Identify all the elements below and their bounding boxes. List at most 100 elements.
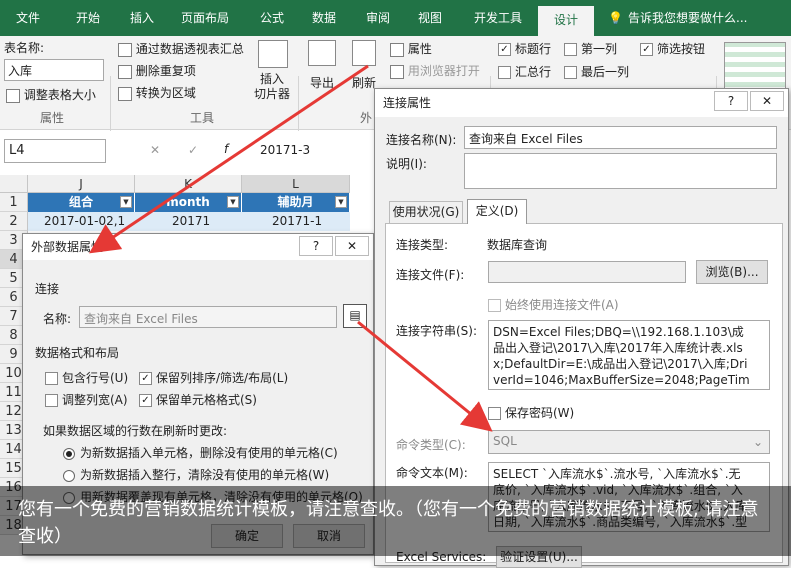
row-header[interactable]: 1 bbox=[0, 193, 28, 212]
cancel-formula-icon[interactable]: ✕ bbox=[150, 143, 160, 157]
tab-formulas[interactable]: 公式 bbox=[250, 0, 294, 36]
option-header-row[interactable]: ✓ 标题行 bbox=[498, 40, 551, 57]
save-password-checkbox[interactable] bbox=[488, 407, 501, 420]
adjust-col-width-checkbox[interactable] bbox=[45, 394, 58, 407]
include-row-numbers-checkbox[interactable] bbox=[45, 372, 58, 385]
filter-dropdown-icon[interactable]: ▼ bbox=[335, 196, 347, 208]
preserve-cell-format-label: 保留单元格格式(S) bbox=[156, 393, 257, 407]
table-cell[interactable]: 20171 bbox=[172, 214, 210, 228]
connection-name-input[interactable]: 查询来自 Excel Files bbox=[464, 126, 777, 149]
properties-icon bbox=[390, 42, 404, 57]
first-col-checkbox[interactable] bbox=[564, 43, 577, 56]
table-header-cell[interactable]: 辅助月 ▼ bbox=[242, 193, 350, 212]
save-password-option[interactable]: 保存密码(W) bbox=[488, 404, 574, 421]
group-label-external: 外 bbox=[360, 111, 373, 125]
open-browser-label: 用浏览器打开 bbox=[407, 64, 480, 78]
remove-duplicates-button[interactable]: 删除重复项 bbox=[118, 62, 196, 79]
preserve-cell-format-checkbox[interactable]: ✓ bbox=[139, 394, 152, 407]
browser-icon bbox=[390, 64, 404, 79]
tell-me-box[interactable]: 告诉我您想要做什么... bbox=[628, 0, 788, 36]
section-connection: 连接 bbox=[35, 282, 60, 296]
include-row-numbers-option[interactable]: 包含行号(U) bbox=[45, 369, 128, 386]
total-row-checkbox[interactable] bbox=[498, 66, 511, 79]
tab-definition[interactable]: 定义(D) bbox=[467, 199, 527, 224]
tab-review[interactable]: 审阅 bbox=[356, 0, 400, 36]
last-col-checkbox[interactable] bbox=[564, 66, 577, 79]
tab-home[interactable]: 开始 bbox=[66, 0, 110, 36]
filter-button-checkbox[interactable]: ✓ bbox=[640, 43, 653, 56]
refresh-icon bbox=[352, 40, 376, 66]
filter-dropdown-icon[interactable]: ▼ bbox=[120, 196, 132, 208]
option-first-col[interactable]: 第一列 bbox=[564, 40, 617, 57]
name-box[interactable]: L4 bbox=[4, 139, 106, 163]
tab-view[interactable]: 视图 bbox=[408, 0, 452, 36]
column-header-l[interactable]: L bbox=[242, 175, 350, 193]
tab-data[interactable]: 数据 bbox=[302, 0, 346, 36]
help-button[interactable]: ? bbox=[714, 91, 748, 111]
table-cell[interactable]: 2017-01-02,1 bbox=[44, 214, 125, 228]
connection-properties-button[interactable]: ▤ bbox=[343, 304, 367, 328]
help-button[interactable]: ? bbox=[299, 236, 333, 256]
header-label: month bbox=[166, 195, 210, 209]
export-button[interactable]: 导出 bbox=[310, 74, 334, 91]
radio-button[interactable] bbox=[63, 469, 75, 482]
group-label-tools: 工具 bbox=[190, 111, 215, 125]
tab-insert[interactable]: 插入 bbox=[120, 0, 164, 36]
header-label: 组合 bbox=[68, 195, 93, 209]
summarize-pivot-label: 通过数据透视表汇总 bbox=[135, 42, 244, 56]
filter-dropdown-icon[interactable]: ▼ bbox=[227, 196, 239, 208]
lightbulb-icon: 💡 bbox=[608, 11, 623, 25]
select-all-corner[interactable] bbox=[0, 175, 28, 193]
adjust-col-width-option[interactable]: 调整列宽(A) bbox=[45, 391, 128, 408]
resize-table-button[interactable]: 调整表格大小 bbox=[6, 86, 96, 103]
refresh-button[interactable]: 刷新 bbox=[352, 74, 376, 91]
chevron-down-icon: ⌄ bbox=[752, 435, 763, 449]
header-label: 辅助月 bbox=[277, 195, 314, 209]
insert-slicer-button[interactable]: 插入 切片器 bbox=[254, 72, 290, 102]
fx-icon[interactable]: f bbox=[224, 142, 228, 156]
command-type-select[interactable]: SQL ⌄ bbox=[488, 430, 770, 454]
preserve-sort-checkbox[interactable]: ✓ bbox=[139, 372, 152, 385]
connection-properties-icon: ▤ bbox=[349, 308, 361, 322]
table-header-cell[interactable]: 组合 ▼ bbox=[28, 193, 135, 212]
always-use-file-option[interactable]: 始终使用连接文件(A) bbox=[488, 296, 619, 313]
table-header-cell[interactable]: month ▼ bbox=[135, 193, 242, 212]
export-icon bbox=[308, 40, 336, 66]
table-name-input[interactable]: 入库 bbox=[4, 59, 104, 81]
option-last-col[interactable]: 最后一列 bbox=[564, 63, 629, 80]
open-browser-button[interactable]: 用浏览器打开 bbox=[390, 62, 480, 79]
radio-button[interactable] bbox=[63, 447, 75, 460]
close-button[interactable]: ✕ bbox=[335, 236, 369, 256]
always-use-file-checkbox[interactable] bbox=[488, 299, 501, 312]
confirm-formula-icon[interactable]: ✓ bbox=[188, 143, 198, 157]
connection-name-field: 查询来自 Excel Files bbox=[79, 306, 337, 328]
table-cell[interactable]: 20171-1 bbox=[272, 214, 322, 228]
tab-file[interactable]: 文件 bbox=[6, 0, 50, 36]
column-header-j[interactable]: J bbox=[28, 175, 135, 193]
description-input[interactable] bbox=[464, 153, 777, 189]
preserve-sort-label: 保留列排序/筛选/布局(L) bbox=[156, 371, 289, 385]
preserve-sort-option[interactable]: ✓ 保留列排序/筛选/布局(L) bbox=[139, 369, 288, 386]
radio-insert-rows[interactable]: 为新数据插入整行，清除没有使用的单元格(W) bbox=[63, 466, 329, 483]
tab-page-layout[interactable]: 页面布局 bbox=[172, 0, 238, 36]
tab-developer[interactable]: 开发工具 bbox=[462, 0, 534, 36]
always-use-file-label: 始终使用连接文件(A) bbox=[505, 298, 619, 312]
row-header[interactable]: 2 bbox=[0, 212, 28, 231]
properties-button[interactable]: 属性 bbox=[390, 40, 432, 57]
convert-range-button[interactable]: 转换为区域 bbox=[118, 84, 196, 101]
column-header-k[interactable]: K bbox=[135, 175, 242, 193]
radio-insert-cells[interactable]: 为新数据插入单元格，删除没有使用的单元格(C) bbox=[63, 444, 338, 461]
connection-file-input[interactable] bbox=[488, 261, 686, 283]
option-filter-button[interactable]: ✓ 筛选按钮 bbox=[640, 40, 705, 57]
header-row-checkbox[interactable]: ✓ bbox=[498, 43, 511, 56]
tab-usage[interactable]: 使用状况(G) bbox=[389, 201, 463, 223]
preserve-cell-format-option[interactable]: ✓ 保留单元格格式(S) bbox=[139, 391, 257, 408]
browse-button[interactable]: 浏览(B)... bbox=[696, 260, 768, 284]
connection-string-textarea[interactable]: DSN=Excel Files;DBQ=\\192.168.1.103\成品出入… bbox=[488, 320, 770, 390]
formula-input[interactable]: 20171-3 bbox=[260, 143, 310, 157]
close-button[interactable]: ✕ bbox=[750, 91, 784, 111]
connection-name-label: 连接名称(N): bbox=[386, 133, 457, 147]
summarize-pivot-button[interactable]: 通过数据透视表汇总 bbox=[118, 40, 244, 57]
option-total-row[interactable]: 汇总行 bbox=[498, 63, 551, 80]
tab-design[interactable]: 设计 bbox=[538, 6, 594, 36]
